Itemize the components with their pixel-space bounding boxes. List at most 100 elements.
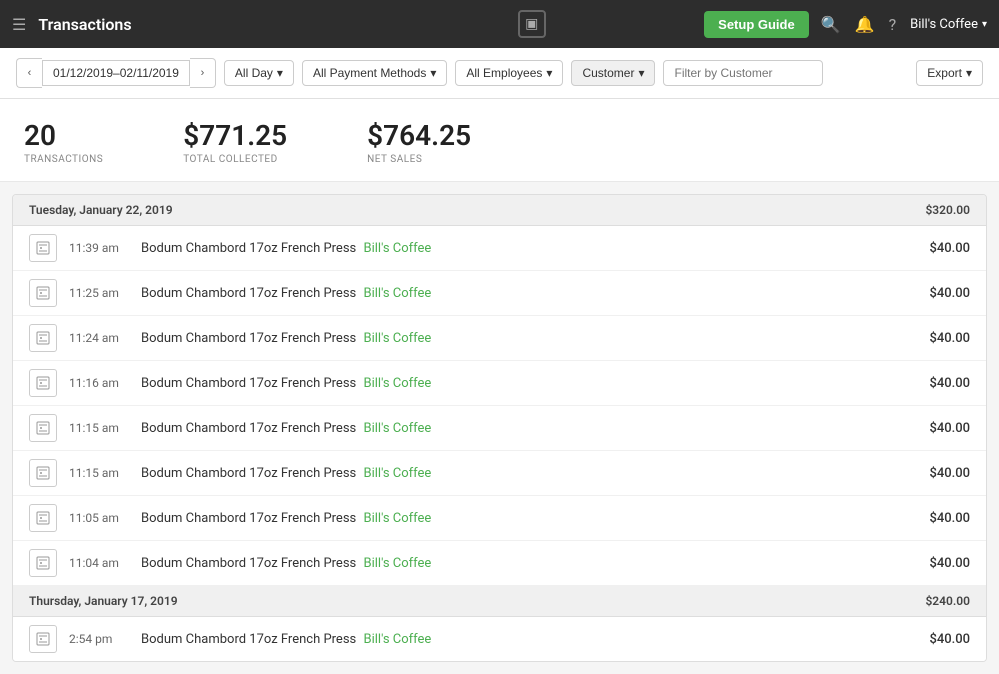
user-menu[interactable]: Bill's Coffee ▾ <box>910 17 987 32</box>
transaction-amount: $40.00 <box>900 511 970 526</box>
transaction-amount: $40.00 <box>900 331 970 346</box>
stats-bar: 20 TRANSACTIONS $771.25 TOTAL COLLECTED … <box>0 99 999 182</box>
transaction-description: Bodum Chambord 17oz French Press Bill's … <box>141 331 888 346</box>
item-name: Bodum Chambord 17oz French Press <box>141 466 356 481</box>
location-name: Bill's Coffee <box>363 632 431 647</box>
location-name: Bill's Coffee <box>363 556 431 571</box>
receipt-icon <box>29 369 57 397</box>
date-next-button[interactable]: › <box>190 58 216 88</box>
item-name: Bodum Chambord 17oz French Press <box>141 376 356 391</box>
search-icon[interactable]: 🔍 <box>821 15 841 34</box>
main-content: Tuesday, January 22, 2019 $320.00 11:39 … <box>0 194 999 662</box>
transactions-scroll-container[interactable]: Tuesday, January 22, 2019 $320.00 11:39 … <box>13 195 986 661</box>
transaction-description: Bodum Chambord 17oz French Press Bill's … <box>141 556 888 571</box>
bell-icon[interactable]: 🔔 <box>855 15 875 34</box>
customer-label: Customer <box>582 66 634 80</box>
total-collected-label: TOTAL COLLECTED <box>183 154 287 165</box>
transaction-amount: $40.00 <box>900 286 970 301</box>
employees-filter-button[interactable]: All Employees ▾ <box>455 60 563 86</box>
table-row[interactable]: 11:04 am Bodum Chambord 17oz French Pres… <box>13 541 986 586</box>
item-name: Bodum Chambord 17oz French Press <box>141 241 356 256</box>
date-prev-button[interactable]: ‹ <box>16 58 42 88</box>
transaction-time: 11:04 am <box>69 556 129 570</box>
payment-methods-filter-button[interactable]: All Payment Methods ▾ <box>302 60 447 86</box>
transaction-description: Bodum Chambord 17oz French Press Bill's … <box>141 286 888 301</box>
transaction-time: 11:15 am <box>69 466 129 480</box>
transactions-label: TRANSACTIONS <box>24 154 103 165</box>
total-collected-stat: $771.25 TOTAL COLLECTED <box>183 119 287 165</box>
transaction-description: Bodum Chambord 17oz French Press Bill's … <box>141 421 888 436</box>
transaction-description: Bodum Chambord 17oz French Press Bill's … <box>141 241 888 256</box>
setup-guide-button[interactable]: Setup Guide <box>704 11 809 38</box>
receipt-icon <box>29 504 57 532</box>
help-icon[interactable]: ? <box>889 15 897 34</box>
item-name: Bodum Chambord 17oz French Press <box>141 632 356 647</box>
receipt-icon <box>29 234 57 262</box>
transactions-count: 20 <box>24 119 103 152</box>
table-row[interactable]: 11:15 am Bodum Chambord 17oz French Pres… <box>13 451 986 496</box>
export-label: Export <box>927 66 962 80</box>
payment-methods-chevron-icon: ▾ <box>430 66 436 80</box>
transaction-description: Bodum Chambord 17oz French Press Bill's … <box>141 466 888 481</box>
export-button[interactable]: Export ▾ <box>916 60 983 86</box>
transaction-amount: $40.00 <box>900 466 970 481</box>
net-sales-stat: $764.25 NET SALES <box>367 119 471 165</box>
square-logo-icon: ▣ <box>518 10 546 38</box>
date-group-label: Tuesday, January 22, 2019 <box>29 203 173 217</box>
location-name: Bill's Coffee <box>363 421 431 436</box>
export-chevron-icon: ▾ <box>966 66 972 80</box>
transaction-amount: $40.00 <box>900 421 970 436</box>
all-day-filter-button[interactable]: All Day ▾ <box>224 60 294 86</box>
user-menu-chevron-icon: ▾ <box>982 19 987 30</box>
user-menu-label: Bill's Coffee <box>910 17 978 32</box>
transaction-description: Bodum Chambord 17oz French Press Bill's … <box>141 511 888 526</box>
transaction-time: 11:05 am <box>69 511 129 525</box>
table-row[interactable]: 11:24 am Bodum Chambord 17oz French Pres… <box>13 316 986 361</box>
date-group-total: $240.00 <box>925 594 970 608</box>
transaction-amount: $40.00 <box>900 376 970 391</box>
all-day-chevron-icon: ▾ <box>277 66 283 80</box>
nav-icons: 🔍 🔔 ? Bill's Coffee ▾ <box>821 15 987 34</box>
location-name: Bill's Coffee <box>363 286 431 301</box>
net-sales-value: $764.25 <box>367 119 471 152</box>
location-name: Bill's Coffee <box>363 466 431 481</box>
location-name: Bill's Coffee <box>363 376 431 391</box>
transaction-amount: $40.00 <box>900 632 970 647</box>
hamburger-icon[interactable]: ☰ <box>12 15 26 34</box>
total-collected-value: $771.25 <box>183 119 287 152</box>
table-row[interactable]: 11:39 am Bodum Chambord 17oz French Pres… <box>13 226 986 271</box>
transaction-description: Bodum Chambord 17oz French Press Bill's … <box>141 376 888 391</box>
transaction-description: Bodum Chambord 17oz French Press Bill's … <box>141 632 888 647</box>
customer-search-input[interactable] <box>663 60 823 86</box>
date-group-header-0: Tuesday, January 22, 2019 $320.00 <box>13 195 986 226</box>
app-title: Transactions <box>38 15 359 34</box>
employees-label: All Employees <box>466 66 542 80</box>
table-row[interactable]: 11:05 am Bodum Chambord 17oz French Pres… <box>13 496 986 541</box>
nav-center: ▣ <box>371 10 692 38</box>
transactions-table: Tuesday, January 22, 2019 $320.00 11:39 … <box>12 194 987 662</box>
date-group-total: $320.00 <box>925 203 970 217</box>
date-range-button[interactable]: 01/12/2019–02/11/2019 <box>42 60 190 86</box>
table-row[interactable]: 11:16 am Bodum Chambord 17oz French Pres… <box>13 361 986 406</box>
table-row[interactable]: 2:54 pm Bodum Chambord 17oz French Press… <box>13 617 986 661</box>
all-day-label: All Day <box>235 66 273 80</box>
item-name: Bodum Chambord 17oz French Press <box>141 511 356 526</box>
transaction-time: 11:24 am <box>69 331 129 345</box>
item-name: Bodum Chambord 17oz French Press <box>141 286 356 301</box>
employees-chevron-icon: ▾ <box>546 66 552 80</box>
table-row[interactable]: 11:15 am Bodum Chambord 17oz French Pres… <box>13 406 986 451</box>
transaction-time: 11:16 am <box>69 376 129 390</box>
date-group-header-1: Thursday, January 17, 2019 $240.00 <box>13 586 986 617</box>
top-nav: ☰ Transactions ▣ Setup Guide 🔍 🔔 ? Bill'… <box>0 0 999 48</box>
item-name: Bodum Chambord 17oz French Press <box>141 421 356 436</box>
filter-bar: ‹ 01/12/2019–02/11/2019 › All Day ▾ All … <box>0 48 999 99</box>
table-row[interactable]: 11:25 am Bodum Chambord 17oz French Pres… <box>13 271 986 316</box>
receipt-icon <box>29 324 57 352</box>
receipt-icon <box>29 279 57 307</box>
item-name: Bodum Chambord 17oz French Press <box>141 331 356 346</box>
location-name: Bill's Coffee <box>363 331 431 346</box>
transaction-amount: $40.00 <box>900 241 970 256</box>
customer-filter-button[interactable]: Customer ▾ <box>571 60 655 86</box>
location-name: Bill's Coffee <box>363 241 431 256</box>
location-name: Bill's Coffee <box>363 511 431 526</box>
